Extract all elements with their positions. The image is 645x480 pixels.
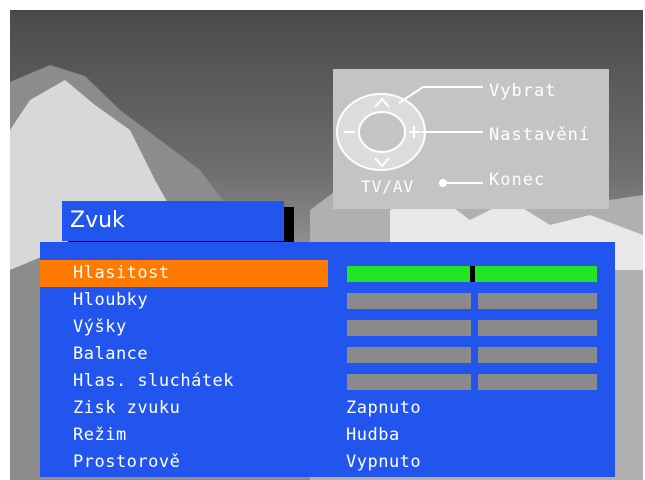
menu-item-label: Balance (73, 344, 149, 364)
menu-item-sound-gain[interactable]: Zisk zvuku (40, 395, 328, 422)
adjust-hint: Nastavění (489, 125, 591, 145)
remote-help-panel: Vybrat Nastavění Konec TV/AV (333, 69, 609, 209)
menu-item-label: Hloubky (73, 290, 149, 310)
menu-item-label: Prostorově (73, 452, 181, 472)
bass-slider-left[interactable] (347, 293, 471, 309)
mode-value: Hudba (346, 425, 400, 445)
headphone-slider-right[interactable] (478, 374, 597, 390)
slider-marker[interactable] (470, 266, 475, 282)
menu-item-label: Zisk zvuku (73, 398, 181, 418)
treble-slider-right[interactable] (478, 320, 597, 336)
sound-gain-value: Zapnuto (346, 398, 422, 418)
menu-item-balance[interactable]: Balance (40, 341, 328, 368)
menu-title: Zvuk (62, 201, 284, 241)
exit-hint: Konec (489, 170, 546, 190)
menu-item-label: Hlas. sluchátek (73, 371, 235, 391)
menu-item-label: Hlasitost (73, 263, 170, 283)
volume-slider[interactable] (347, 266, 597, 282)
menu-item-volume[interactable]: Hlasitost (40, 260, 328, 287)
balance-slider-right[interactable] (478, 347, 597, 363)
menu-item-bass[interactable]: Hloubky (40, 287, 328, 314)
bass-slider-right[interactable] (478, 293, 597, 309)
tvav-button-label: TV/AV (361, 177, 415, 196)
menu-item-mode[interactable]: Režim (40, 422, 328, 449)
treble-slider-left[interactable] (347, 320, 471, 336)
headphone-slider-left[interactable] (347, 374, 471, 390)
select-hint: Vybrat (489, 81, 557, 101)
menu-item-treble[interactable]: Výšky (40, 314, 328, 341)
menu-item-surround[interactable]: Prostorově (40, 449, 328, 476)
menu-item-label: Režim (73, 425, 127, 445)
menu-item-label: Výšky (73, 317, 127, 337)
menu-item-headphone-volume[interactable]: Hlas. sluchátek (40, 368, 328, 395)
sound-menu: Hlasitost Hloubky Výšky Balance Hlas. sl… (40, 242, 615, 477)
balance-slider-left[interactable] (347, 347, 471, 363)
surround-value: Vypnuto (346, 452, 422, 472)
tv-screen: Vybrat Nastavění Konec TV/AV Zvuk Hlasit… (10, 10, 643, 480)
